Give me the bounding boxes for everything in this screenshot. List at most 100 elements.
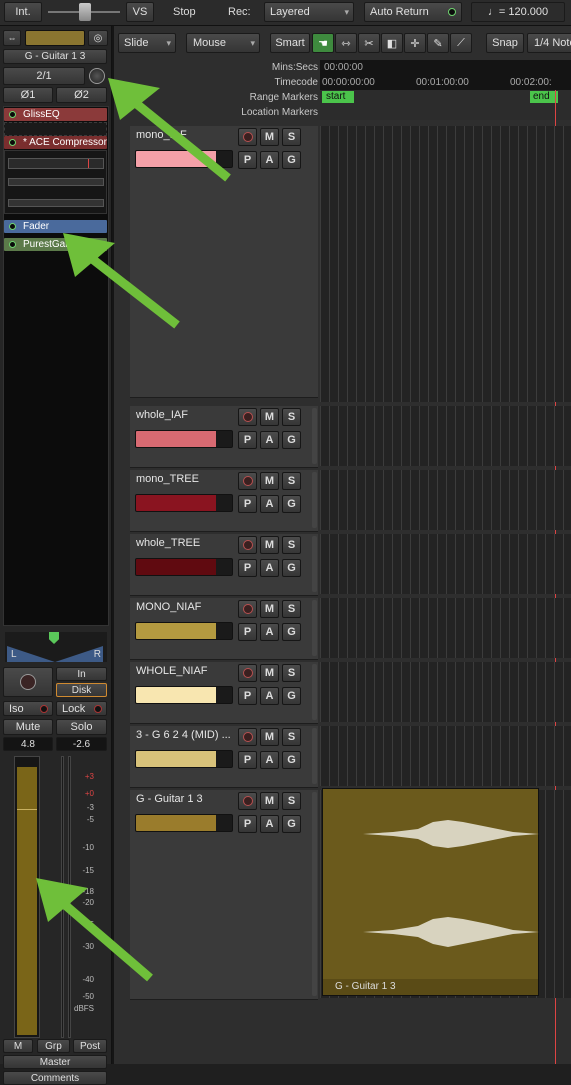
track-automation-button[interactable]: A: [260, 495, 279, 513]
comments-button[interactable]: Comments: [3, 1071, 107, 1085]
track-level-slider[interactable]: [135, 750, 233, 768]
stop-label[interactable]: Stop: [173, 6, 196, 18]
compressor-slider-2[interactable]: [8, 199, 104, 207]
track-header[interactable]: 3 - G 6 2 4 (MID) ... M S P A G: [130, 726, 318, 788]
track-group-button[interactable]: G: [282, 751, 301, 769]
track-playlist-button[interactable]: P: [238, 431, 257, 449]
track-scrollbar[interactable]: [312, 728, 317, 784]
track-lane[interactable]: [320, 534, 571, 594]
track-solo-button[interactable]: S: [282, 664, 301, 682]
vs-button[interactable]: VS: [126, 2, 154, 22]
ruler-label-timecode[interactable]: Timecode: [274, 77, 318, 88]
track-lane[interactable]: [320, 598, 571, 658]
grid-type-dropdown[interactable]: 1/4 Note: [527, 33, 571, 53]
track-name[interactable]: mono_IAF: [136, 129, 232, 141]
track-level-slider[interactable]: [135, 558, 233, 576]
track-lane[interactable]: [320, 470, 571, 530]
region-name-bar[interactable]: G - Guitar 1 3: [323, 979, 538, 995]
track-solo-button[interactable]: S: [282, 600, 301, 618]
track-record-button[interactable]: [238, 128, 257, 146]
track-automation-button[interactable]: A: [260, 623, 279, 641]
mute-button[interactable]: Mute: [3, 719, 53, 735]
post-button[interactable]: Post: [73, 1039, 107, 1053]
track-group-button[interactable]: G: [282, 495, 301, 513]
track-record-button[interactable]: [238, 472, 257, 490]
insert-ace-compressor[interactable]: * ACE Compressor: [4, 136, 107, 149]
input-trim-knob-icon[interactable]: [89, 68, 105, 84]
track-mute-button[interactable]: M: [260, 128, 279, 146]
track-playlist-button[interactable]: P: [238, 495, 257, 513]
track-record-button[interactable]: [238, 728, 257, 746]
gain-display[interactable]: 4.8: [3, 737, 53, 751]
track-header[interactable]: MONO_NIAF M S P A G: [130, 598, 318, 660]
track-automation-button[interactable]: A: [260, 151, 279, 169]
insert-active-led-icon[interactable]: [9, 223, 16, 230]
track-header[interactable]: whole_TREE M S P A G: [130, 534, 318, 596]
input-button[interactable]: 2/1: [3, 67, 85, 85]
track-solo-button[interactable]: S: [282, 472, 301, 490]
rec-mode-dropdown[interactable]: Layered: [264, 2, 354, 22]
track-group-button[interactable]: G: [282, 151, 301, 169]
pan-position-icon[interactable]: [49, 632, 59, 644]
trim-tool-icon[interactable]: ◧: [381, 33, 403, 53]
ruler-timecode[interactable]: 00:00:00:00 00:01:00:00 00:02:00:: [320, 75, 571, 90]
track-name[interactable]: whole_IAF: [136, 409, 232, 421]
track-header[interactable]: G - Guitar 1 3 M S P A G: [130, 790, 318, 1000]
track-name[interactable]: 3 - G 6 2 4 (MID) ...: [136, 729, 232, 741]
snap-button[interactable]: Snap: [486, 33, 524, 53]
grab-tool-icon[interactable]: ☚: [312, 33, 334, 53]
track-solo-button[interactable]: S: [282, 792, 301, 810]
track-header[interactable]: whole_IAF M S P A G: [130, 406, 318, 468]
track-solo-button[interactable]: S: [282, 728, 301, 746]
edit-mode-dropdown[interactable]: Slide: [118, 33, 176, 53]
track-level-slider[interactable]: [135, 150, 233, 168]
insert-fader[interactable]: Fader: [4, 220, 107, 233]
track-lane[interactable]: [320, 726, 571, 786]
shuttle-slider-knob[interactable]: [79, 3, 91, 21]
track-mute-button[interactable]: M: [260, 792, 279, 810]
track-playlist-button[interactable]: P: [238, 687, 257, 705]
ruler-label-location-markers[interactable]: Location Markers: [241, 107, 318, 118]
track-scrollbar[interactable]: [312, 664, 317, 720]
track-header[interactable]: mono_TREE M S P A G: [130, 470, 318, 532]
internal-sync-button[interactable]: Int.: [4, 2, 42, 22]
track-mute-button[interactable]: M: [260, 600, 279, 618]
track-solo-button[interactable]: S: [282, 536, 301, 554]
track-scrollbar[interactable]: [312, 792, 317, 996]
track-solo-button[interactable]: S: [282, 128, 301, 146]
ruler-label-mins-secs[interactable]: Mins:Secs: [272, 62, 318, 73]
tempo-display[interactable]: ♩= 120.000: [471, 2, 565, 22]
track-level-slider[interactable]: [135, 430, 233, 448]
track-group-button[interactable]: G: [282, 687, 301, 705]
strip-color-swatch[interactable]: [25, 30, 85, 46]
monitor-disk-button[interactable]: Disk: [56, 683, 107, 697]
track-record-button[interactable]: [238, 792, 257, 810]
track-name[interactable]: whole_TREE: [136, 537, 232, 549]
audio-region[interactable]: G - Guitar 1 3: [322, 788, 539, 996]
meter-point-button[interactable]: M: [3, 1039, 33, 1053]
monitor-input-button[interactable]: In: [56, 667, 107, 681]
track-playlist-button[interactable]: P: [238, 623, 257, 641]
track-group-button[interactable]: G: [282, 623, 301, 641]
solo-lock-button[interactable]: Lock: [56, 701, 107, 716]
track-mute-button[interactable]: M: [260, 664, 279, 682]
track-automation-button[interactable]: A: [260, 687, 279, 705]
insert-active-led-icon[interactable]: [9, 241, 16, 248]
insert-active-led-icon[interactable]: [9, 111, 16, 118]
panner[interactable]: L R: [5, 632, 107, 662]
strip-name-button[interactable]: G - Guitar 1 3: [3, 49, 107, 64]
phase-invert-2-button[interactable]: Ø2: [56, 87, 107, 103]
ruler-location-markers[interactable]: [320, 105, 571, 120]
range-tool-icon[interactable]: ✛: [404, 33, 426, 53]
width-toggle-icon[interactable]: ⇔: [3, 30, 21, 46]
track-scrollbar[interactable]: [312, 600, 317, 656]
isolate-button[interactable]: Iso: [3, 701, 53, 716]
track-name[interactable]: G - Guitar 1 3: [136, 793, 232, 805]
solo-button[interactable]: Solo: [56, 719, 107, 735]
insert-active-led-icon[interactable]: [9, 139, 16, 146]
track-record-button[interactable]: [238, 600, 257, 618]
range-end-marker[interactable]: end: [530, 91, 558, 103]
edit-point-dropdown[interactable]: Mouse: [186, 33, 260, 53]
track-solo-button[interactable]: S: [282, 408, 301, 426]
track-group-button[interactable]: G: [282, 559, 301, 577]
